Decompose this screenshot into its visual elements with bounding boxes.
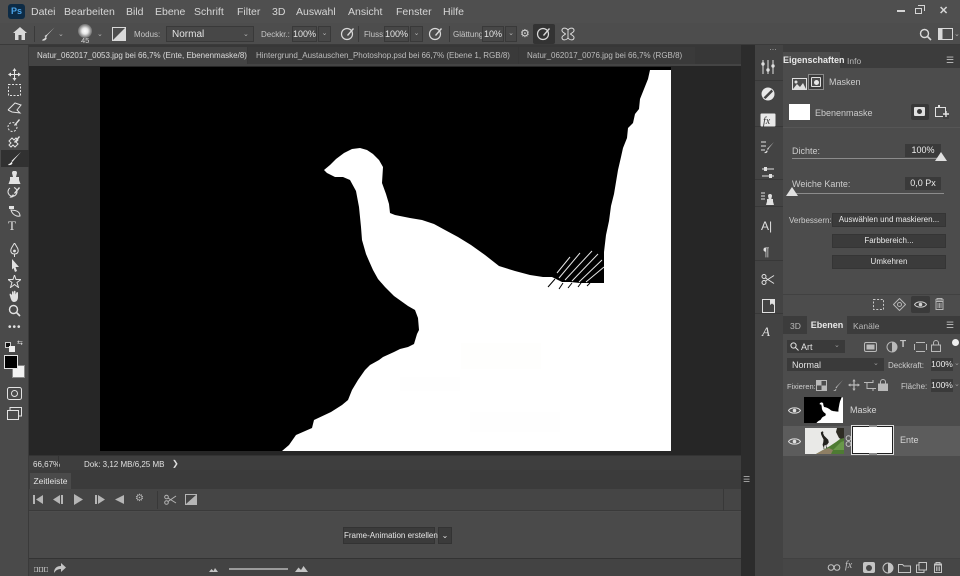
svg-text:fx: fx: [763, 116, 771, 127]
